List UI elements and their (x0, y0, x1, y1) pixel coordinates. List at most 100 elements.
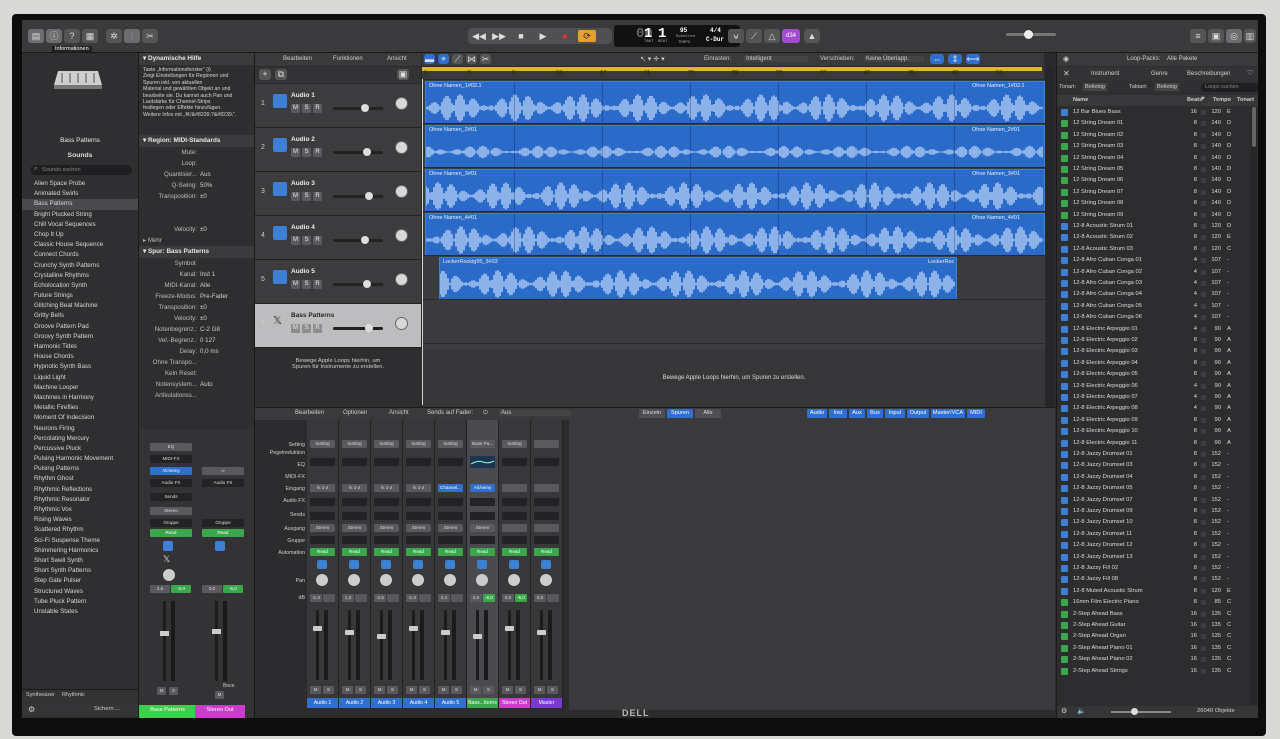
key-select[interactable]: Beliebig (1083, 83, 1107, 91)
favorite-checkbox[interactable] (1201, 292, 1206, 298)
catch-icon[interactable]: ⌖ (438, 54, 449, 64)
pan-knob[interactable] (508, 574, 520, 586)
speaker-icon[interactable]: 🔈 (1077, 707, 1086, 715)
output-slot[interactable]: Stereo (438, 524, 463, 532)
favorite-checkbox[interactable] (1201, 395, 1206, 400)
sound-item[interactable]: Percolating Mercury (22, 434, 138, 444)
group-slot[interactable] (438, 536, 463, 544)
record-button[interactable]: R (313, 192, 322, 201)
mute-button[interactable]: M (291, 148, 300, 157)
sends-slot[interactable] (534, 512, 559, 520)
metronome-icon[interactable]: △ (764, 29, 780, 43)
loop-row[interactable]: 12-8 Electric Arpeggio 08 4 90 A (1057, 403, 1243, 414)
sends-slot[interactable] (502, 512, 527, 520)
solo-button[interactable]: S (302, 192, 311, 201)
solo-button[interactable]: S (483, 686, 494, 694)
sends-slot[interactable] (374, 512, 399, 520)
close-icon[interactable]: ✕ (1063, 69, 1070, 78)
favorite-checkbox[interactable] (1201, 110, 1206, 115)
sound-item[interactable]: Pulsing Harmonic Movement (22, 454, 138, 464)
audio-fx-slot[interactable] (502, 498, 527, 506)
loop-row[interactable]: 12 String Dream 01 8 140 D (1057, 118, 1243, 129)
link-slot[interactable]: ∞ (202, 467, 244, 475)
loop-row[interactable]: 2-Step Ahead Bass 16 135 C (1057, 609, 1243, 620)
mixer-filter[interactable]: Input (885, 409, 905, 418)
gear-icon-loops[interactable]: ⚙ (1061, 707, 1067, 715)
mixer-filter[interactable]: MIDI (967, 409, 985, 418)
volume-slider[interactable] (333, 104, 383, 112)
loop-row[interactable]: 2-Step Ahead Guitar 16 135 C (1057, 620, 1243, 631)
favorite-checkbox[interactable] (1201, 577, 1206, 583)
mixer-filter[interactable]: Output (907, 409, 929, 418)
mute-button-b[interactable]: M (215, 691, 224, 699)
sends-slot[interactable] (406, 512, 431, 520)
volume-slider[interactable] (333, 280, 383, 288)
pointer-tool-icon[interactable]: ↖ ▾ ✛ ▾ (640, 55, 665, 63)
pan-knob[interactable] (395, 141, 408, 154)
mixer-tab[interactable]: Alle (695, 409, 721, 418)
cycle-icon[interactable]: ⟳ (578, 30, 596, 42)
pan-knob[interactable] (380, 574, 392, 586)
pan-knob[interactable] (395, 97, 408, 110)
mute-button[interactable]: M (291, 324, 300, 333)
eq-slot[interactable] (438, 458, 463, 466)
loop-row[interactable]: 12-8 Jazzy Fill 08 8 152- (1057, 574, 1243, 585)
master-volume-slider[interactable] (1006, 30, 1056, 39)
loop-browser-icon[interactable]: ◎ (1226, 29, 1242, 43)
favorite-checkbox[interactable] (1201, 258, 1206, 264)
solo-button[interactable]: S (302, 148, 311, 157)
sound-item[interactable]: Neurons Firing (22, 424, 138, 434)
setting-button[interactable] (534, 440, 559, 448)
record-button[interactable]: R (313, 324, 322, 333)
inspector-row[interactable]: Notensystem... Auto (139, 379, 254, 390)
duplicate-track-icon[interactable]: ⧉ (275, 69, 287, 80)
global-tracks-icon[interactable]: ▣ (397, 69, 409, 80)
setting-button[interactable]: Setting (310, 440, 335, 448)
mute-button[interactable]: M (438, 686, 449, 694)
solo-button[interactable]: S (515, 686, 526, 694)
col-beats[interactable]: Beats (1187, 97, 1202, 103)
tuner-icon[interactable]: ⍱ (728, 29, 744, 43)
solo-button[interactable]: S (547, 686, 558, 694)
sound-item[interactable]: Shimmering Harmonics (22, 546, 138, 556)
favorite-checkbox[interactable] (1201, 486, 1206, 492)
inspector-row[interactable]: Ohne Transpo... (139, 357, 254, 368)
volume-fader[interactable] (345, 610, 354, 680)
sound-item[interactable]: Scattered Rhythm (22, 525, 138, 535)
favorite-checkbox[interactable] (1201, 657, 1206, 663)
sound-item[interactable]: Percussive Pluck (22, 444, 138, 454)
volume-fader[interactable] (313, 610, 322, 680)
favorite-checkbox[interactable] (1201, 303, 1206, 309)
track-header[interactable]: 2 Audio 2 MSR (255, 128, 421, 172)
rewind-icon[interactable]: ◀◀ (470, 30, 488, 42)
group-slot[interactable] (374, 536, 399, 544)
inspector-button[interactable]: ⓘ (46, 29, 62, 43)
col-tempo[interactable]: Tempo (1213, 97, 1231, 103)
sound-item[interactable]: Metallic Fireflies (22, 403, 138, 413)
volume-fader[interactable] (537, 610, 546, 680)
sound-item[interactable]: Bright Plucked String (22, 210, 138, 220)
audio-fx-slot[interactable] (438, 498, 463, 506)
solo-icon[interactable]: ⟋ (746, 29, 762, 43)
favorite-checkbox[interactable] (1201, 417, 1206, 423)
inspector-fader-a[interactable] (160, 601, 169, 681)
snap-select[interactable]: Intelligent (744, 56, 808, 62)
loop-row[interactable]: 12-8 Acoustic Strum 01 8 120 D (1057, 221, 1243, 232)
sound-item[interactable]: Connect Chords (22, 250, 138, 260)
loop-row[interactable]: 2-Step Ahead Piano 01 16 135 C (1057, 643, 1243, 654)
pan-knob[interactable] (476, 574, 488, 586)
solo-button[interactable]: S (419, 686, 430, 694)
sound-item[interactable]: Bass Patterns (22, 199, 138, 210)
volume-slider[interactable] (333, 324, 383, 332)
view-menu[interactable]: Ansicht (387, 56, 407, 62)
sound-item[interactable]: Chop It Up (22, 230, 138, 240)
pan-knob[interactable] (348, 574, 360, 586)
loop-row[interactable]: 12-8 Electric Arpeggio 10 8 90 A (1057, 426, 1243, 437)
eq-slot[interactable] (406, 458, 431, 466)
favorite-checkbox[interactable] (1201, 281, 1206, 286)
favorite-checkbox[interactable] (1201, 235, 1206, 241)
mute-button[interactable]: M (502, 686, 513, 694)
tab-genre[interactable]: Genre (1151, 71, 1168, 77)
power-icon[interactable]: ⏻ (483, 410, 488, 417)
add-track-button[interactable]: + (259, 69, 271, 80)
